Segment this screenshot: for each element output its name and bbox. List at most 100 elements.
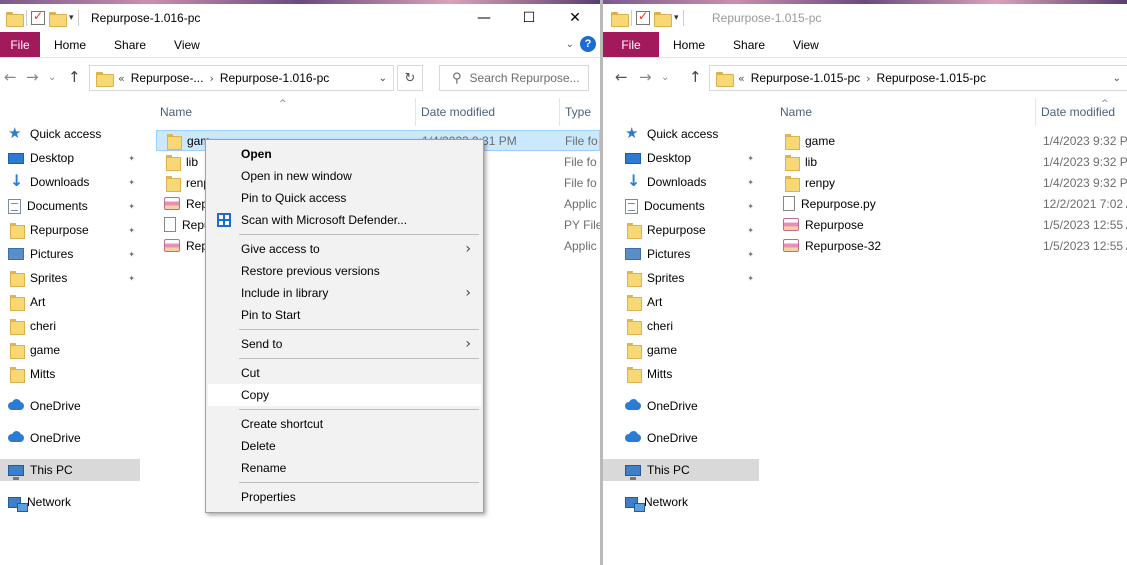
customize-toolbar-icon[interactable]: ▾ [674, 13, 679, 23]
nav-item-documents[interactable]: Documents ✦ [603, 195, 759, 217]
menu-item-open[interactable]: Open [208, 143, 481, 165]
recent-locations-icon[interactable]: ⌄ [661, 72, 669, 83]
close-button[interactable]: ✕ [552, 4, 598, 32]
nav-item-this-pc[interactable]: This PC [0, 459, 140, 481]
nav-item-pictures[interactable]: Pictures ✦ [603, 243, 759, 265]
nav-item-cheri[interactable]: cheri [0, 315, 140, 337]
address-bar[interactable]: « Repurpose-... › Repurpose-1.016-pc ⌄ [89, 65, 394, 91]
nav-item-cheri[interactable]: cheri [603, 315, 759, 337]
nav-item-art[interactable]: Art [603, 291, 759, 313]
tab-share[interactable]: Share [719, 32, 779, 57]
menu-item-delete[interactable]: Delete [208, 435, 481, 457]
nav-item-onedrive[interactable]: OneDrive [603, 395, 759, 417]
help-icon[interactable]: ? [580, 36, 596, 52]
menu-item-restore-previous-versions[interactable]: Restore previous versions [208, 260, 481, 282]
new-folder-icon[interactable] [49, 11, 67, 27]
properties-icon[interactable] [636, 9, 650, 25]
nav-item-repurpose[interactable]: Repurpose ✦ [603, 219, 759, 241]
maximize-button[interactable]: ☐ [506, 4, 552, 32]
menu-item-open-in-new-window[interactable]: Open in new window [208, 165, 481, 187]
nav-item-downloads[interactable]: Downloads ✦ [603, 171, 759, 193]
column-date-modified[interactable]: Date modified [415, 98, 559, 126]
nav-item-game[interactable]: game [603, 339, 759, 361]
file-row[interactable]: renpy 1/4/2023 9:32 PM [775, 172, 1127, 193]
chevron-down-icon[interactable]: ⌄ [379, 73, 387, 84]
nav-item-sprites[interactable]: Sprites ✦ [0, 267, 140, 289]
nav-item-pictures[interactable]: Pictures ✦ [0, 243, 140, 265]
chevron-right-icon[interactable]: › [209, 72, 213, 85]
menu-item-send-to[interactable]: Send to › [208, 333, 481, 355]
tab-file[interactable]: File [603, 32, 659, 57]
nav-item-mitts[interactable]: Mitts [603, 363, 759, 385]
refresh-button[interactable]: ↻ [397, 65, 423, 91]
minimize-button[interactable]: — [461, 4, 507, 32]
menu-item-cut[interactable]: Cut [208, 362, 481, 384]
nav-item-onedrive[interactable]: OneDrive [0, 427, 140, 449]
menu-item-properties[interactable]: Properties [208, 486, 481, 508]
file-row[interactable]: Repurpose.py 12/2/2021 7:02 A [775, 193, 1127, 214]
nav-item-quick-access[interactable]: Quick access [0, 123, 140, 145]
menu-item-create-shortcut[interactable]: Create shortcut [208, 413, 481, 435]
menu-item-pin-to-start[interactable]: Pin to Start [208, 304, 481, 326]
tab-view[interactable]: View [779, 32, 833, 57]
divider [682, 10, 684, 26]
nav-item-repurpose[interactable]: Repurpose ✦ [0, 219, 140, 241]
nav-item-onedrive[interactable]: OneDrive [603, 427, 759, 449]
search-input[interactable]: ⚲ Search Repurpose... [439, 65, 589, 91]
menu-item-include-in-library[interactable]: Include in library › [208, 282, 481, 304]
back-icon[interactable]: ← [4, 68, 17, 86]
up-icon[interactable]: ↑ [68, 68, 81, 86]
menu-item-pin-to-quick-access[interactable]: Pin to Quick access [208, 187, 481, 209]
nav-item-game[interactable]: game [0, 339, 140, 361]
file-row[interactable]: game 1/4/2023 9:32 PM [775, 130, 1127, 151]
menu-item-copy[interactable]: Copy [208, 384, 481, 406]
chevron-right-icon[interactable]: › [866, 72, 870, 85]
tab-view[interactable]: View [160, 32, 214, 57]
overflow-chevron[interactable]: « [118, 72, 125, 85]
nav-item-sprites[interactable]: Sprites ✦ [603, 267, 759, 289]
tab-home[interactable]: Home [659, 32, 719, 57]
forward-icon[interactable]: → [26, 68, 39, 86]
file-row[interactable]: Repurpose 1/5/2023 12:55 A [775, 214, 1127, 235]
column-type[interactable]: Type [559, 98, 600, 126]
tab-share[interactable]: Share [100, 32, 160, 57]
breadcrumb-parent[interactable]: Repurpose-1.015-pc [751, 71, 860, 85]
menu-item-scan-with-microsoft-defender[interactable]: Scan with Microsoft Defender... [208, 209, 481, 231]
nav-item-art[interactable]: Art [0, 291, 140, 313]
forward-icon[interactable]: → [639, 68, 652, 86]
nav-item-network[interactable]: Network [603, 491, 759, 513]
tab-home[interactable]: Home [40, 32, 100, 57]
file-row[interactable]: lib 1/4/2023 9:32 PM [775, 151, 1127, 172]
breadcrumb-current[interactable]: Repurpose-1.016-pc [220, 71, 329, 85]
pc-icon [8, 464, 24, 480]
tab-file[interactable]: File [0, 32, 40, 57]
column-name[interactable]: Name [775, 98, 1034, 126]
chevron-down-icon[interactable]: ⌄ [1113, 73, 1121, 84]
customize-toolbar-icon[interactable]: ▾ [69, 13, 74, 23]
properties-icon[interactable] [31, 9, 45, 25]
address-bar[interactable]: « Repurpose-1.015-pc › Repurpose-1.015-p… [709, 65, 1127, 91]
menu-item-rename[interactable]: Rename [208, 457, 481, 479]
nav-item-this-pc[interactable]: This PC [603, 459, 759, 481]
overflow-chevron[interactable]: « [738, 72, 745, 85]
file-row[interactable]: Repurpose-32 1/5/2023 12:55 A [775, 235, 1127, 256]
back-icon[interactable]: ← [615, 68, 628, 86]
recent-locations-icon[interactable]: ⌄ [48, 72, 56, 83]
expand-ribbon-icon[interactable]: ⌄ [566, 39, 574, 50]
new-folder-icon[interactable] [654, 11, 672, 27]
breadcrumb-current[interactable]: Repurpose-1.015-pc [877, 71, 986, 85]
nav-item-onedrive[interactable]: OneDrive [0, 395, 140, 417]
pin-icon: ✦ [747, 201, 754, 211]
menu-item-give-access-to[interactable]: Give access to › [208, 238, 481, 260]
nav-item-quick-access[interactable]: Quick access [603, 123, 759, 145]
nav-item-network[interactable]: Network [0, 491, 140, 513]
breadcrumb-parent[interactable]: Repurpose-... [131, 71, 204, 85]
nav-item-downloads[interactable]: Downloads ✦ [0, 171, 140, 193]
column-date-modified[interactable]: Date modified [1035, 98, 1127, 126]
nav-item-mitts[interactable]: Mitts [0, 363, 140, 385]
column-name[interactable]: Name [155, 98, 414, 126]
up-icon[interactable]: ↑ [689, 68, 702, 86]
nav-item-desktop[interactable]: Desktop ✦ [603, 147, 759, 169]
nav-item-desktop[interactable]: Desktop ✦ [0, 147, 140, 169]
nav-item-documents[interactable]: Documents ✦ [0, 195, 140, 217]
